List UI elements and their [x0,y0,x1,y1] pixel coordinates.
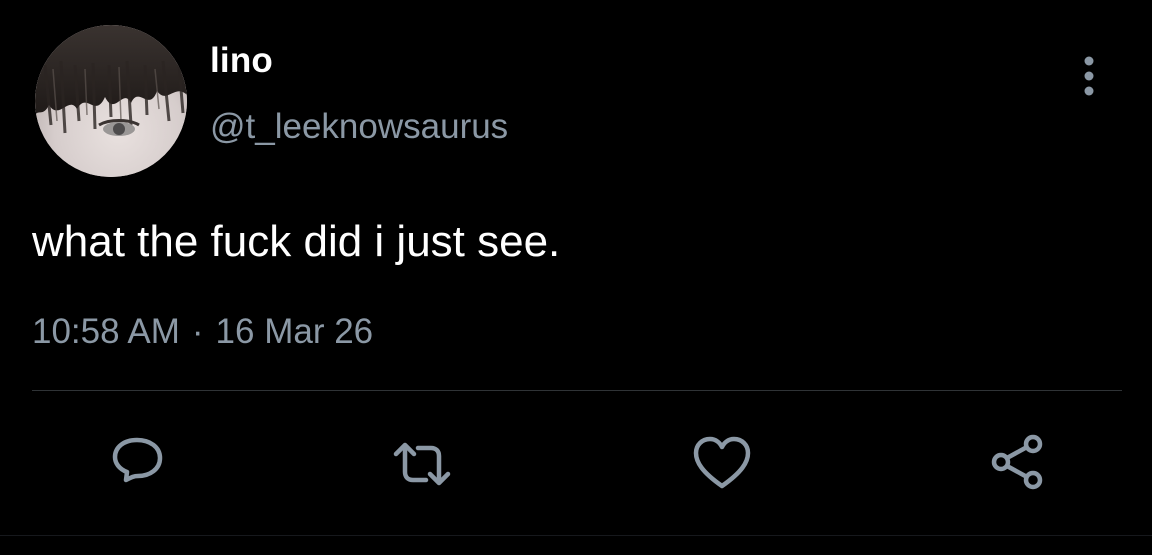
heart-icon [693,436,751,489]
divider [32,390,1122,391]
tweet-date: 16 Mar 26 [215,312,374,351]
share-icon [991,434,1043,490]
meta-separator: · [191,312,204,351]
tweet: lino @t_leeknowsaurus what the fuck did … [0,0,1152,555]
avatar-image [35,25,187,177]
user-handle[interactable]: @t_leeknowsaurus [210,106,508,148]
user-info: lino @t_leeknowsaurus [210,40,508,148]
share-button[interactable] [988,432,1052,496]
tweet-timestamp[interactable]: 10:58 AM · 16 Mar 26 [32,310,373,354]
more-vertical-icon [1084,56,1094,96]
avatar[interactable] [35,25,187,177]
display-name[interactable]: lino [210,40,508,82]
more-options-button[interactable] [1072,52,1106,100]
reply-icon [112,437,163,483]
tweet-text: what the fuck did i just see. [32,217,561,266]
reply-button[interactable] [106,432,170,496]
tweet-time: 10:58 AM [32,312,180,351]
retweet-button[interactable] [390,432,454,496]
retweet-icon [393,442,451,486]
bottom-divider [0,535,1152,536]
like-button[interactable] [690,432,754,496]
